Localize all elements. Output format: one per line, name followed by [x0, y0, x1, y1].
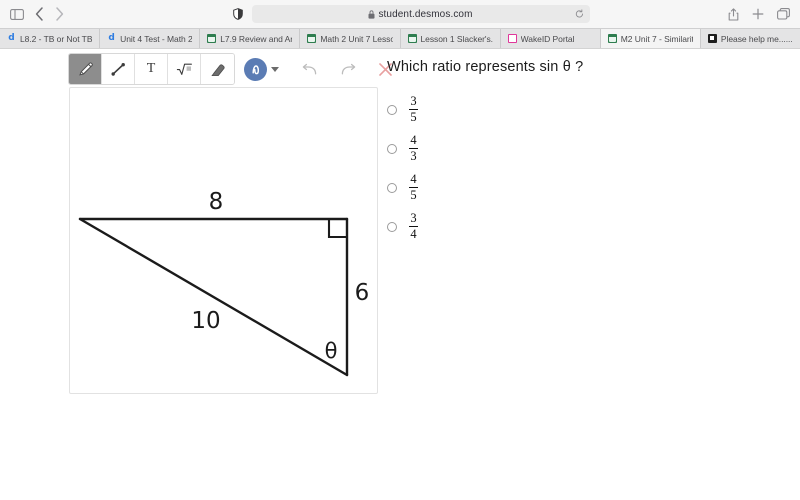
url-display: student.desmos.com: [368, 9, 472, 20]
browser-tab[interactable]: Please help me.........: [700, 29, 800, 48]
fraction-numerator: 3: [410, 210, 417, 225]
browser-tab[interactable]: WakeID Portal: [500, 29, 601, 48]
address-bar[interactable]: student.desmos.com: [251, 5, 590, 23]
label-right-side: 6: [355, 280, 370, 306]
radio-button[interactable]: [387, 221, 397, 232]
tab-bar: d L8.2 - TB or Not TB? d Unit 4 Test - Math…: [0, 28, 800, 48]
label-top-side: 8: [209, 189, 224, 215]
stroke-style-button[interactable]: [244, 57, 267, 81]
desmos-icon: d: [108, 33, 115, 43]
browser-tab[interactable]: M2 Unit 7 - Similarit...: [600, 29, 701, 48]
address-zone: student.desmos.com: [64, 5, 728, 23]
radio-button[interactable]: [387, 104, 397, 115]
radio-button[interactable]: [387, 182, 397, 193]
google-classroom-icon: [407, 34, 417, 43]
navigation-controls: [10, 7, 64, 21]
tab-title: Please help me.........: [720, 33, 793, 44]
undo-button[interactable]: [301, 63, 318, 76]
fraction-denominator: 5: [410, 110, 417, 124]
fraction-denominator: 5: [410, 188, 417, 202]
sidebar-toggle-icon[interactable]: [10, 8, 24, 20]
tool-button-group: T: [68, 53, 235, 85]
right-angle-marker: [327, 219, 347, 239]
right-triangle-diagram: 8 6 10 θ: [78, 189, 370, 377]
radio-button[interactable]: [387, 143, 397, 154]
answer-choice[interactable]: 35: [387, 90, 787, 129]
forward-arrow-icon[interactable]: [55, 7, 64, 21]
drawing-toolbar: T: [68, 53, 393, 85]
wakeid-icon: [507, 34, 517, 43]
fraction-numerator: 3: [410, 93, 417, 108]
redo-button[interactable]: [340, 63, 357, 76]
browser-actions: [728, 7, 790, 21]
label-hypotenuse: 10: [191, 308, 220, 334]
desmos-icon: d: [8, 33, 15, 43]
chevron-down-icon[interactable]: [271, 66, 279, 72]
privacy-shield-icon[interactable]: [232, 8, 243, 20]
fraction-value: 43: [409, 132, 418, 163]
question-text: Which ratio represents sin θ ?: [387, 59, 584, 75]
browser-tab[interactable]: L7.9 Review and An...: [200, 29, 301, 48]
fraction-value: 34: [409, 210, 418, 241]
browser-chrome: student.desmos.com d L8.2 - TB or Not TB…: [0, 0, 800, 49]
answer-choice[interactable]: 34: [387, 207, 787, 246]
tab-title: L8.2 - TB or Not TB?: [20, 33, 93, 44]
fraction-denominator: 3: [410, 149, 417, 163]
browser-tab[interactable]: Lesson 1 Slacker's...: [400, 29, 501, 48]
eraser-tool-button[interactable]: [201, 54, 234, 84]
fraction-numerator: 4: [410, 171, 417, 186]
squiggle-icon: [249, 63, 263, 76]
url-text: student.desmos.com: [378, 8, 473, 20]
text-tool-button[interactable]: T: [135, 54, 168, 84]
eraser-icon: [209, 62, 226, 76]
google-classroom-icon: [307, 34, 317, 43]
reload-icon[interactable]: [575, 9, 584, 19]
plus-icon[interactable]: [752, 8, 764, 20]
tab-title: WakeID Portal: [520, 33, 575, 44]
powerpoint-icon: [707, 34, 717, 43]
share-icon[interactable]: [728, 7, 739, 21]
pencil-icon: [77, 61, 94, 78]
tab-title: L7.9 Review and An...: [220, 33, 292, 44]
math-tool-button[interactable]: [168, 54, 201, 84]
browser-tab[interactable]: Math 2 Unit 7 Lesso...: [300, 29, 401, 48]
tab-title: Unit 4 Test - Math 2: [120, 33, 193, 44]
pencil-tool-button[interactable]: [69, 54, 102, 84]
tab-title: M2 Unit 7 - Similarit...: [620, 33, 693, 44]
fraction-value: 45: [409, 171, 418, 202]
label-angle-theta: θ: [325, 339, 338, 363]
fraction-denominator: 4: [410, 227, 417, 241]
square-root-icon: [176, 61, 193, 77]
tab-title: Lesson 1 Slacker's...: [420, 33, 493, 44]
text-t-icon: T: [146, 61, 156, 76]
browser-tab[interactable]: d Unit 4 Test - Math 2: [100, 29, 201, 48]
tab-title: Math 2 Unit 7 Lesso...: [320, 33, 392, 44]
fraction-value: 35: [409, 93, 418, 124]
answer-choice[interactable]: 45: [387, 168, 787, 207]
answer-choices: 35434534: [387, 90, 787, 246]
sketch-canvas[interactable]: 8 6 10 θ: [69, 87, 378, 394]
tab-overview-icon[interactable]: [777, 8, 790, 20]
triangle-hypotenuse: [78, 217, 349, 377]
back-arrow-icon[interactable]: [35, 7, 44, 21]
browser-toolbar: student.desmos.com: [0, 0, 800, 28]
page-content: T 8 6 10 θ Which ratio represents sin θ …: [0, 49, 800, 500]
google-classroom-icon: [607, 34, 617, 43]
answer-choice[interactable]: 43: [387, 129, 787, 168]
line-tool-button[interactable]: [102, 54, 135, 84]
lock-icon: [368, 9, 375, 19]
line-icon: [110, 61, 127, 78]
fraction-numerator: 4: [410, 132, 417, 147]
browser-tab[interactable]: d L8.2 - TB or Not TB?: [0, 29, 101, 48]
question-panel: Which ratio represents sin θ ? 35434534: [387, 53, 787, 246]
google-classroom-icon: [207, 34, 217, 43]
